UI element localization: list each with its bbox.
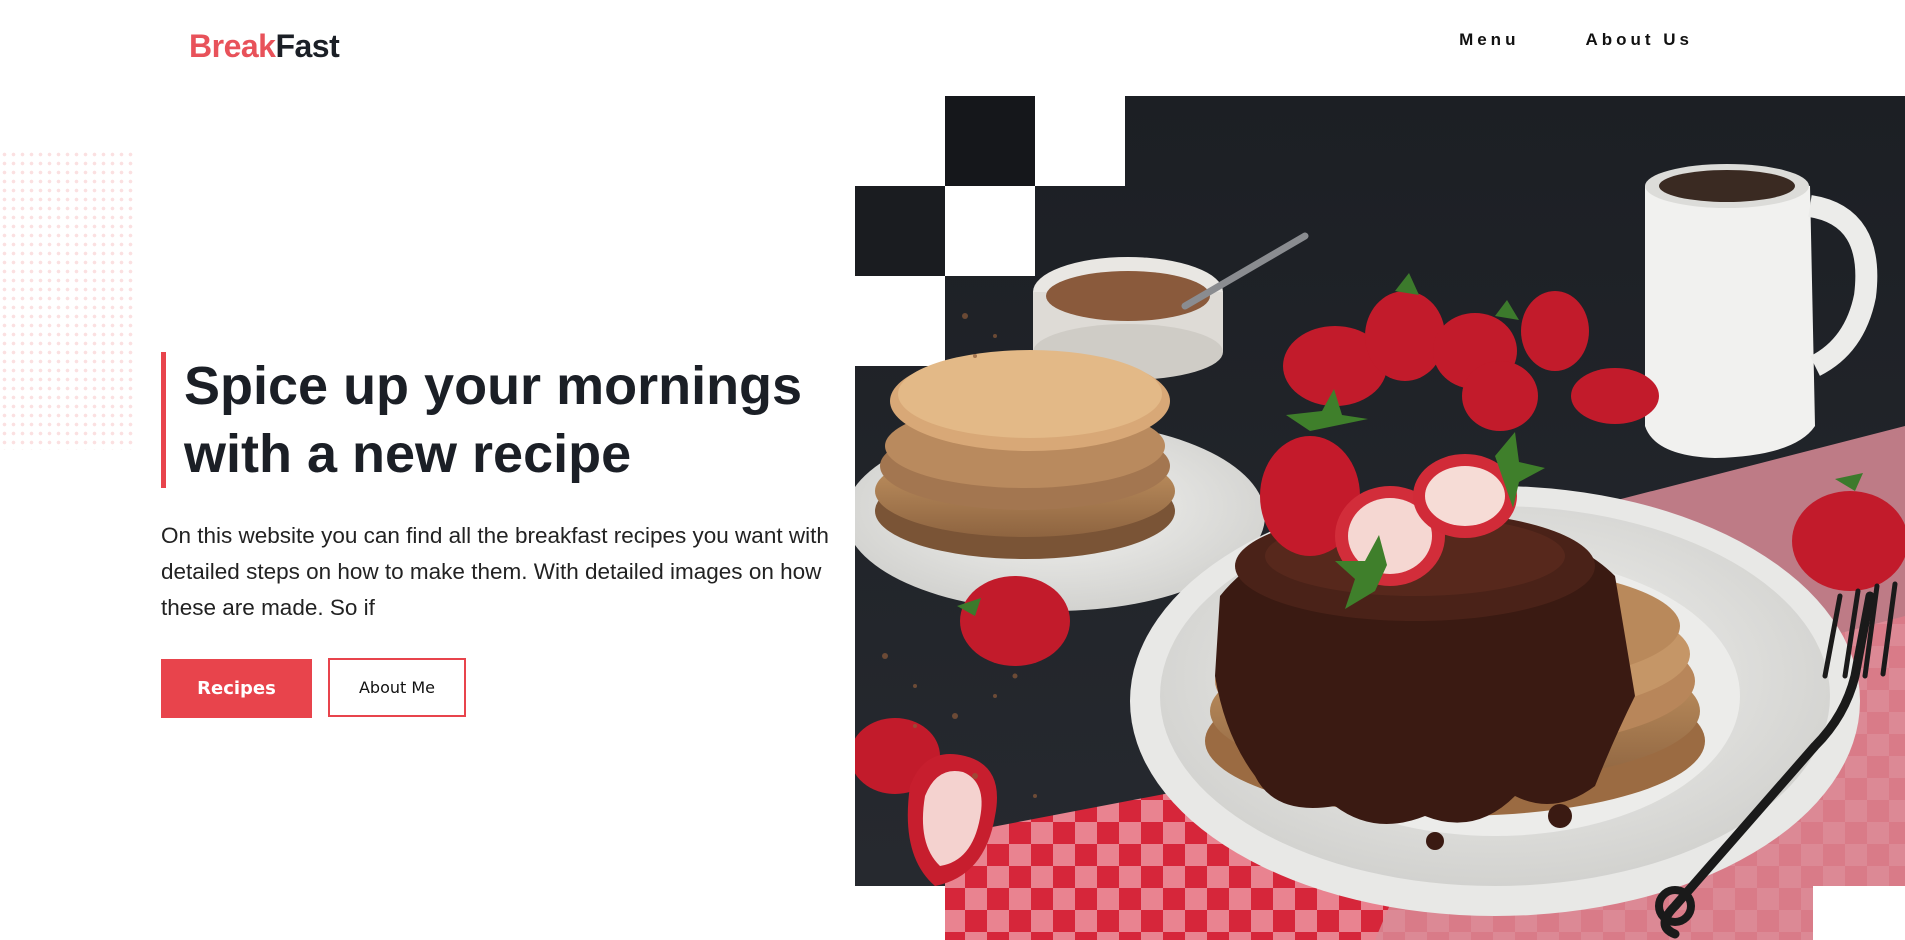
logo-part-fast: Fast: [275, 28, 340, 64]
logo-part-break: Break: [189, 28, 276, 64]
dot-pattern-decoration: [0, 150, 136, 450]
nav-menu-link[interactable]: Menu: [1459, 30, 1519, 50]
recipes-button[interactable]: Recipes: [161, 659, 312, 718]
site-logo[interactable]: BreakFast: [189, 28, 340, 65]
hero-title-line-2: with a new recipe: [184, 424, 632, 484]
hero-title: Spice up your mornings with a new recipe: [161, 352, 844, 488]
hero-description: On this website you can find all the bre…: [161, 523, 829, 620]
about-me-button[interactable]: About Me: [328, 658, 466, 717]
nav-about-us-link[interactable]: About Us: [1585, 30, 1693, 50]
main-nav: Menu About Us: [1459, 30, 1693, 50]
hero-breakfast-photo: [855, 96, 1905, 940]
hero-title-line-1: Spice up your mornings: [184, 356, 803, 416]
